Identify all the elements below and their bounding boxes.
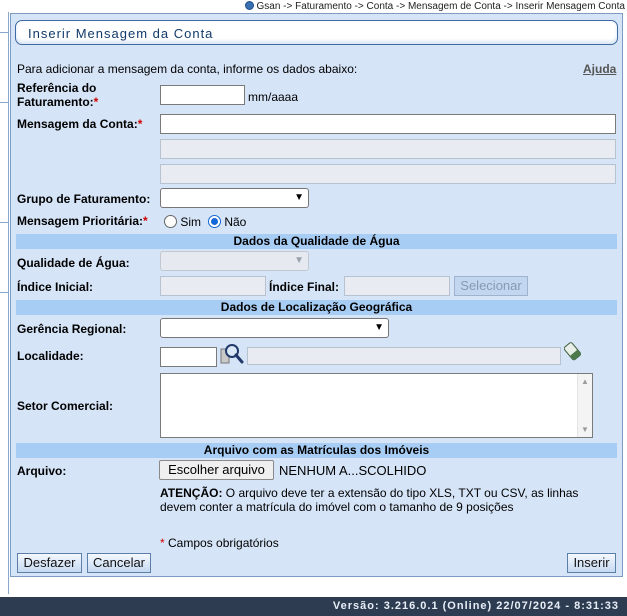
choose-file-button[interactable]: Escolher arquivo (159, 460, 274, 480)
warning-line-2: devem conter a matrícula do imóvel com o… (160, 500, 514, 514)
scroll-down-icon[interactable]: ▼ (581, 425, 589, 434)
bullet-icon (245, 1, 255, 10)
section-arquivo: Arquivo com as Matrículas dos Imóveis (16, 443, 617, 458)
radio-nao[interactable] (208, 215, 221, 228)
setor-textarea[interactable]: ▲ ▼ (160, 373, 593, 438)
file-name-text: NENHUM A...SCOLHIDO (279, 463, 427, 478)
selecionar-button[interactable]: Selecionar (454, 276, 528, 296)
qualidade-select[interactable]: ▼ (160, 251, 309, 271)
textarea-scrollbar[interactable]: ▲ ▼ (577, 374, 592, 437)
prioritaria-nao-option[interactable]: Não (208, 215, 246, 229)
required-note: * Campos obrigatórios (160, 536, 279, 550)
indice-final-input[interactable] (344, 276, 450, 296)
indice-inicial-label: Índice Inicial: (17, 280, 94, 294)
chevron-down-icon: ▼ (374, 322, 384, 333)
mensagem-input-1[interactable] (160, 114, 616, 134)
radio-sim[interactable] (164, 215, 177, 228)
grupo-label: Grupo de Faturamento: (17, 192, 151, 206)
intro-text: Para adicionar a mensagem da conta, info… (17, 62, 358, 76)
referencia-input[interactable] (160, 85, 245, 105)
page-title: Inserir Mensagem da Conta (28, 26, 214, 41)
section-qualidade: Dados da Qualidade de Água (16, 234, 617, 249)
scroll-up-icon[interactable]: ▲ (581, 377, 589, 386)
indice-inicial-input[interactable] (160, 276, 266, 296)
chevron-down-icon: ▼ (294, 255, 304, 266)
breadcrumb-text: Gsan -> Faturamento -> Conta -> Mensagem… (256, 1, 625, 12)
desfazer-button[interactable]: Desfazer (17, 553, 82, 573)
prioritaria-label: Mensagem Prioritária:* (17, 214, 148, 228)
left-menu-strip (0, 12, 9, 594)
form-panel: Inserir Mensagem da Conta Para adicionar… (10, 13, 623, 577)
localidade-name-field (247, 347, 561, 365)
mensagem-input-2[interactable] (160, 139, 616, 159)
version-footer: Versão: 3.216.0.1 (Online) 22/07/2024 - … (0, 597, 627, 616)
gerencia-label: Gerência Regional: (17, 322, 127, 336)
gerencia-select[interactable]: ▼ (160, 318, 389, 338)
eraser-icon[interactable] (564, 342, 582, 362)
section-localizacao: Dados de Localização Geográfica (16, 300, 617, 315)
localidade-label: Localidade: (17, 349, 84, 363)
referencia-label-1: Referência do (17, 81, 97, 95)
breadcrumb: Gsan -> Faturamento -> Conta -> Mensagem… (245, 1, 625, 13)
mensagem-label: Mensagem da Conta:* (17, 117, 143, 131)
grupo-select[interactable]: ▼ (160, 188, 309, 208)
inserir-button[interactable]: Inserir (567, 553, 616, 573)
title-bar: Inserir Mensagem da Conta (15, 20, 618, 45)
magnifier-icon[interactable] (220, 343, 244, 365)
qualidade-label: Qualidade de Água: (17, 256, 130, 270)
chevron-down-icon: ▼ (294, 192, 304, 203)
arquivo-label: Arquivo: (17, 464, 67, 478)
setor-label: Setor Comercial: (17, 399, 114, 413)
indice-final-label: Índice Final: (269, 280, 340, 294)
help-link[interactable]: Ajuda (583, 62, 616, 76)
localidade-code-input[interactable] (160, 347, 217, 367)
referencia-label-2: Faturamento:* (17, 95, 99, 109)
referencia-hint: mm/aaaa (248, 90, 299, 104)
mensagem-input-3[interactable] (160, 164, 616, 184)
prioritaria-sim-option[interactable]: Sim (164, 215, 201, 229)
cancelar-button[interactable]: Cancelar (87, 553, 151, 573)
warning-line-1: ATENÇÃO: O arquivo deve ter a extensão d… (160, 486, 579, 500)
